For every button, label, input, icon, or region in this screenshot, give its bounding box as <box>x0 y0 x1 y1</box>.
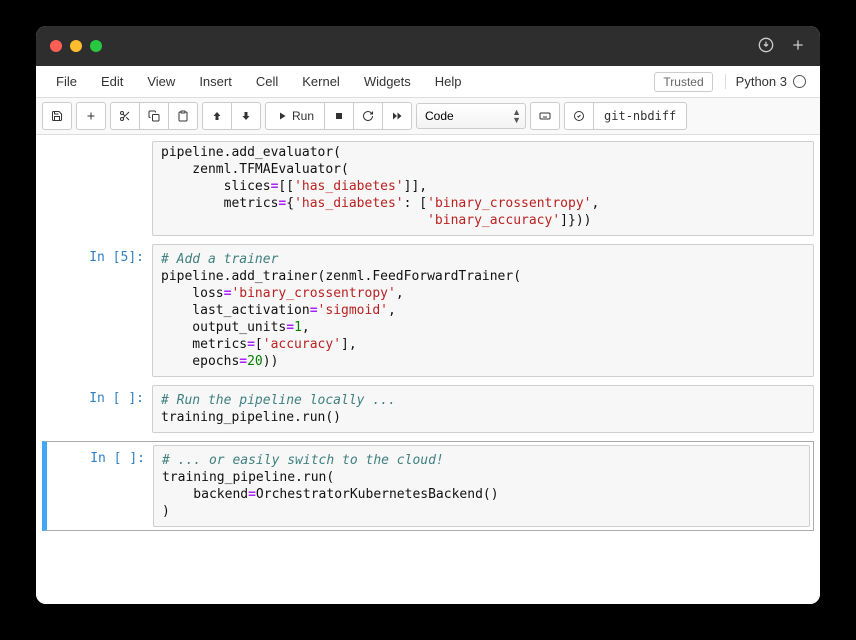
add-cell-button[interactable] <box>77 103 105 129</box>
code-content[interactable]: pipeline.add_evaluator( zenml.TFMAEvalua… <box>161 144 805 229</box>
maximize-window-button[interactable] <box>90 40 102 52</box>
move-up-button[interactable] <box>203 103 232 129</box>
menu-cell[interactable]: Cell <box>244 68 290 95</box>
input-prompt: In [ ]: <box>50 445 153 527</box>
code-input[interactable]: pipeline.add_evaluator( zenml.TFMAEvalua… <box>152 141 814 236</box>
code-content[interactable]: # ... or easily switch to the cloud! tra… <box>162 452 801 520</box>
code-input[interactable]: # ... or easily switch to the cloud! tra… <box>153 445 810 527</box>
menu-help[interactable]: Help <box>423 68 474 95</box>
run-button[interactable]: Run <box>266 103 325 129</box>
notebook-area[interactable]: pipeline.add_evaluator( zenml.TFMAEvalua… <box>36 135 820 604</box>
save-button[interactable] <box>43 103 71 129</box>
kernel-indicator[interactable]: Python 3 <box>725 74 812 89</box>
titlebar <box>36 26 820 66</box>
code-content[interactable]: # Run the pipeline locally ... training_… <box>161 392 805 426</box>
copy-button[interactable] <box>140 103 169 129</box>
download-icon[interactable] <box>758 37 774 56</box>
minimize-window-button[interactable] <box>70 40 82 52</box>
code-cell[interactable]: In [5]:# Add a trainer pipeline.add_trai… <box>42 242 814 379</box>
trusted-badge[interactable]: Trusted <box>654 72 712 92</box>
nbdiff-status-button[interactable] <box>565 103 594 129</box>
menu-kernel[interactable]: Kernel <box>290 68 352 95</box>
menu-file[interactable]: File <box>44 68 89 95</box>
input-prompt: In [5]: <box>42 244 152 377</box>
code-cell[interactable]: In [ ]: # Run the pipeline locally ... tr… <box>42 383 814 435</box>
cell-type-select[interactable]: Code ▲▼ <box>416 103 526 129</box>
menubar: File Edit View Insert Cell Kernel Widget… <box>36 66 820 98</box>
chevron-updown-icon: ▲▼ <box>512 108 521 124</box>
cell-type-value: Code <box>425 109 454 123</box>
app-window: File Edit View Insert Cell Kernel Widget… <box>36 26 820 604</box>
command-palette-button[interactable] <box>531 103 559 129</box>
input-prompt: In [ ]: <box>42 385 152 433</box>
code-content[interactable]: # Add a trainer pipeline.add_trainer(zen… <box>161 251 805 370</box>
input-prompt <box>42 141 152 236</box>
code-cell-selected[interactable]: In [ ]:# ... or easily switch to the clo… <box>42 441 814 531</box>
code-cell[interactable]: pipeline.add_evaluator( zenml.TFMAEvalua… <box>42 139 814 238</box>
paste-button[interactable] <box>169 103 197 129</box>
kernel-status-icon <box>793 75 806 88</box>
menu-view[interactable]: View <box>135 68 187 95</box>
code-input[interactable]: # Add a trainer pipeline.add_trainer(zen… <box>152 244 814 377</box>
cut-button[interactable] <box>111 103 140 129</box>
interrupt-button[interactable] <box>325 103 354 129</box>
code-input[interactable]: # Run the pipeline locally ... training_… <box>152 385 814 433</box>
restart-button[interactable] <box>354 103 383 129</box>
menu-insert[interactable]: Insert <box>187 68 244 95</box>
menu-widgets[interactable]: Widgets <box>352 68 423 95</box>
nbdiff-button[interactable]: git-nbdiff <box>594 103 686 129</box>
kernel-name: Python 3 <box>736 74 787 89</box>
close-window-button[interactable] <box>50 40 62 52</box>
plus-icon[interactable] <box>790 37 806 56</box>
restart-run-all-button[interactable] <box>383 103 411 129</box>
toolbar: Run Code ▲▼ git-nbdiff <box>36 98 820 135</box>
move-down-button[interactable] <box>232 103 260 129</box>
run-label: Run <box>292 109 314 123</box>
window-controls <box>50 40 102 52</box>
menu-edit[interactable]: Edit <box>89 68 135 95</box>
